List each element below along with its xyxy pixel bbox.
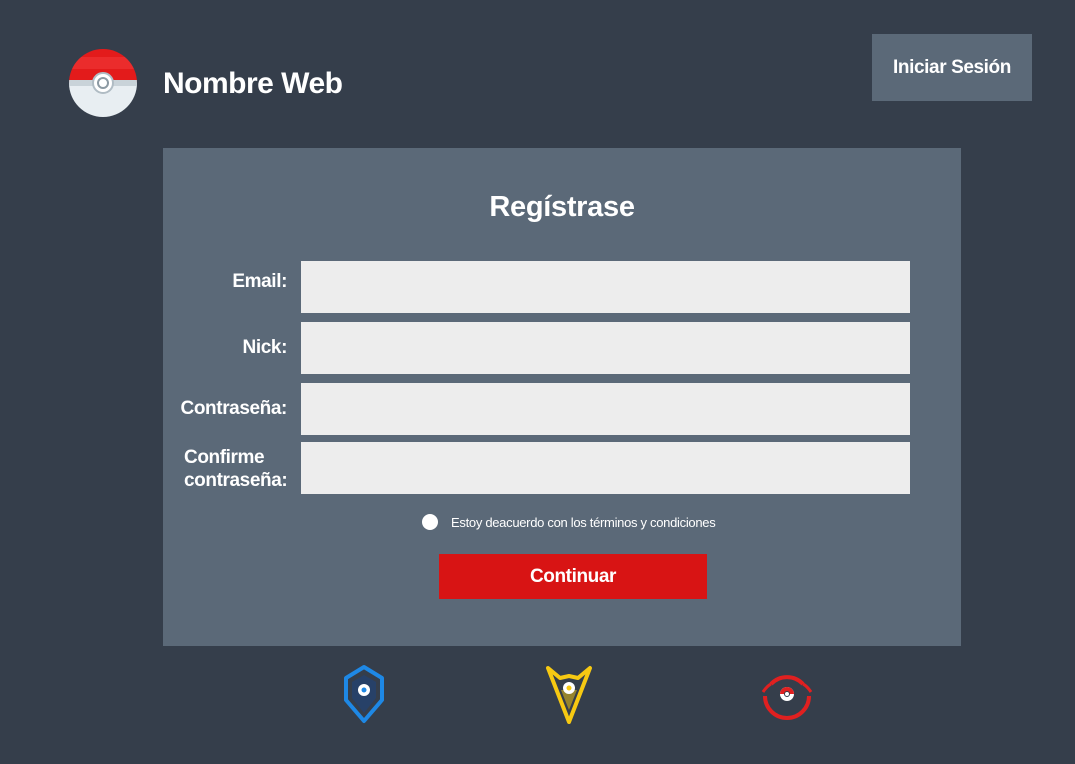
continue-button[interactable]: Continuar [439, 554, 707, 599]
confirm-password-field[interactable] [301, 442, 910, 494]
nick-label: Nick: [242, 337, 288, 358]
confirm-password-label: Confirme contraseña: [184, 447, 288, 491]
terms-radio[interactable] [422, 514, 438, 530]
password-field[interactable] [301, 383, 910, 435]
page: Nombre Web Iniciar Sesión Regístrase Ema… [0, 0, 1075, 764]
password-label: Contraseña: [180, 398, 288, 419]
login-button[interactable]: Iniciar Sesión [872, 34, 1032, 101]
team-instinct-icon[interactable] [539, 664, 599, 724]
email-label: Email: [232, 271, 287, 292]
team-valor-icon[interactable] [757, 664, 817, 724]
nick-field[interactable] [301, 322, 910, 374]
pokeball-icon[interactable] [69, 49, 137, 117]
site-name: Nombre Web [163, 67, 343, 100]
email-field[interactable] [301, 261, 910, 313]
form-title: Regístrase [489, 191, 635, 223]
team-mystic-icon[interactable] [334, 664, 394, 724]
terms-option[interactable]: Estoy deacuerdo con los términos y condi… [422, 512, 716, 532]
registration-form: Regístrase Email: Nick: Contraseña: Conf… [163, 148, 961, 646]
terms-label: Estoy deacuerdo con los términos y condi… [451, 514, 716, 530]
